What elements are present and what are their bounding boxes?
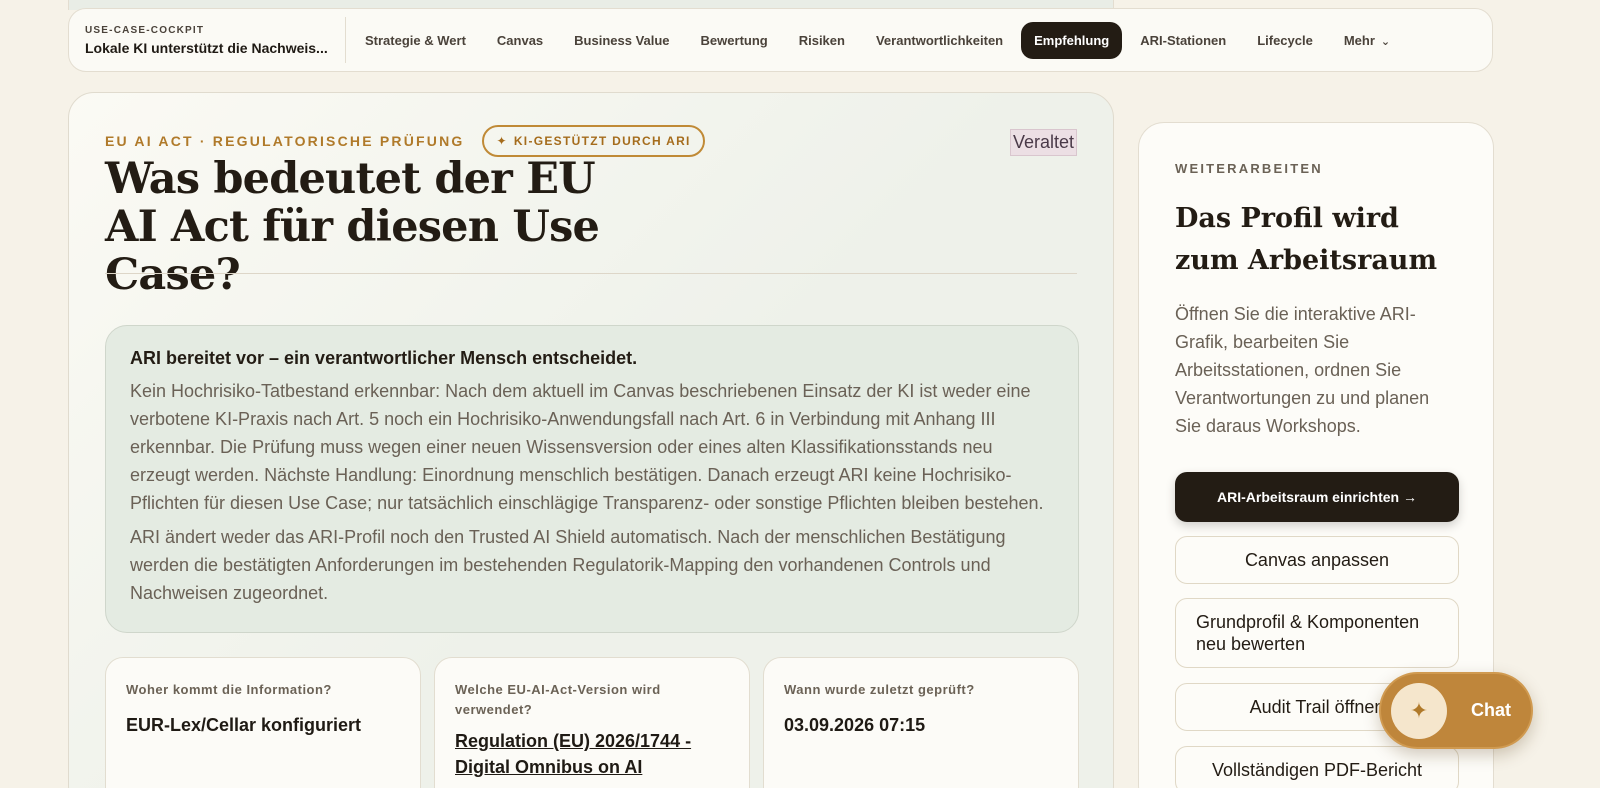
panel-title: Das Profil wird zum Arbeitsraum — [1175, 203, 1438, 276]
tab-business-value[interactable]: Business Value — [561, 22, 682, 59]
tab-lifecycle[interactable]: Lifecycle — [1244, 22, 1326, 59]
tab-strategie-wert[interactable]: Strategie & Wert — [352, 22, 479, 59]
assessment-summary: ARI bereitet vor – ein verantwortlicher … — [105, 325, 1079, 633]
summary-paragraph: ARI ändert weder das ARI-Profil noch den… — [130, 527, 1006, 603]
fact-card-last-checked: Wann wurde zuletzt geprüft? 03.09.2026 0… — [763, 657, 1079, 788]
adjust-canvas-button[interactable]: Canvas anpassen — [1175, 536, 1459, 584]
tab-bewertung[interactable]: Bewertung — [688, 22, 781, 59]
fact-card-version: Welche EU-AI-Act-Version wird verwendet?… — [434, 657, 750, 788]
nav-tabs: Strategie & Wert Canvas Business Value B… — [352, 21, 1408, 59]
page-title: Was bedeutet der EU AI Act für diesen Us… — [105, 154, 600, 300]
ai-supported-badge: ✦ KI-GESTÜTZT DURCH ARI — [482, 125, 705, 157]
fact-value: 03.09.2026 07:15 — [784, 715, 926, 735]
fact-label: Welche EU-AI-Act-Version wird verwendet? — [455, 682, 661, 717]
tab-verantwortlichkeiten[interactable]: Verantwortlichkeiten — [863, 22, 1016, 59]
top-navbar: USE-CASE-COCKPIT Lokale KI unterstützt d… — [68, 8, 1493, 72]
chevron-down-icon: ⌄ — [1380, 35, 1391, 48]
nav-divider — [345, 17, 346, 63]
fact-value: EUR-Lex/Cellar konfiguriert — [126, 715, 362, 735]
chat-label: Chat — [1471, 700, 1511, 720]
divider — [105, 273, 1077, 274]
tab-mehr[interactable]: Mehr ⌄ — [1331, 22, 1403, 59]
fact-label: Wann wurde zuletzt geprüft? — [784, 682, 975, 697]
sparkle-icon: ✦ — [496, 134, 508, 148]
ai-badge-label: KI-GESTÜTZT DURCH ARI — [513, 134, 691, 148]
setup-workspace-button[interactable]: ARI-Arbeitsraum einrichten → — [1175, 472, 1459, 522]
pdf-report-button[interactable]: Vollständigen PDF-Bericht — [1175, 746, 1459, 788]
tab-canvas[interactable]: Canvas — [484, 22, 556, 59]
fact-card-source: Woher kommt die Information? EUR-Lex/Cel… — [105, 657, 421, 788]
section-kicker: EU AI ACT · REGULATORISCHE PRÜFUNG — [105, 133, 465, 149]
status-badge: Veraltet — [1009, 129, 1077, 156]
fact-label: Woher kommt die Information? — [126, 682, 332, 697]
use-case-context: USE-CASE-COCKPIT Lokale KI unterstützt d… — [85, 25, 345, 56]
use-case-title[interactable]: Lokale KI unterstützt die Nachweis... — [85, 40, 345, 56]
tab-mehr-label: Mehr — [1343, 32, 1375, 48]
kicker-row: EU AI ACT · REGULATORISCHE PRÜFUNG ✦ KI-G… — [105, 125, 705, 157]
reassess-profile-button[interactable]: Grundprofil & Komponenten neu bewerten — [1175, 598, 1459, 668]
panel-kicker: WEITERARBEITEN — [1175, 161, 1323, 176]
summary-lead: ARI bereitet vor – ein verantwortlicher … — [130, 348, 638, 368]
eu-ai-act-card: EU AI ACT · REGULATORISCHE PRÜFUNG ✦ KI-G… — [68, 92, 1114, 788]
tab-empfehlung[interactable]: Empfehlung — [1021, 21, 1123, 59]
chat-button[interactable]: ✦ Chat — [1379, 672, 1533, 749]
regulation-link[interactable]: Regulation (EU) 2026/1744 - Digital Omni… — [455, 728, 729, 780]
panel-description: Öffnen Sie die interaktive ARI-Grafik, b… — [1175, 304, 1430, 436]
context-kicker: USE-CASE-COCKPIT — [85, 24, 205, 36]
tab-risiken[interactable]: Risiken — [786, 22, 858, 59]
fact-cards: Woher kommt die Information? EUR-Lex/Cel… — [105, 657, 1079, 788]
summary-paragraph: Kein Hochrisiko-Tatbestand erkennbar: Na… — [130, 381, 1044, 513]
tab-ari-stationen[interactable]: ARI-Stationen — [1127, 22, 1239, 59]
sparkle-icon: ✦ — [1391, 682, 1447, 739]
